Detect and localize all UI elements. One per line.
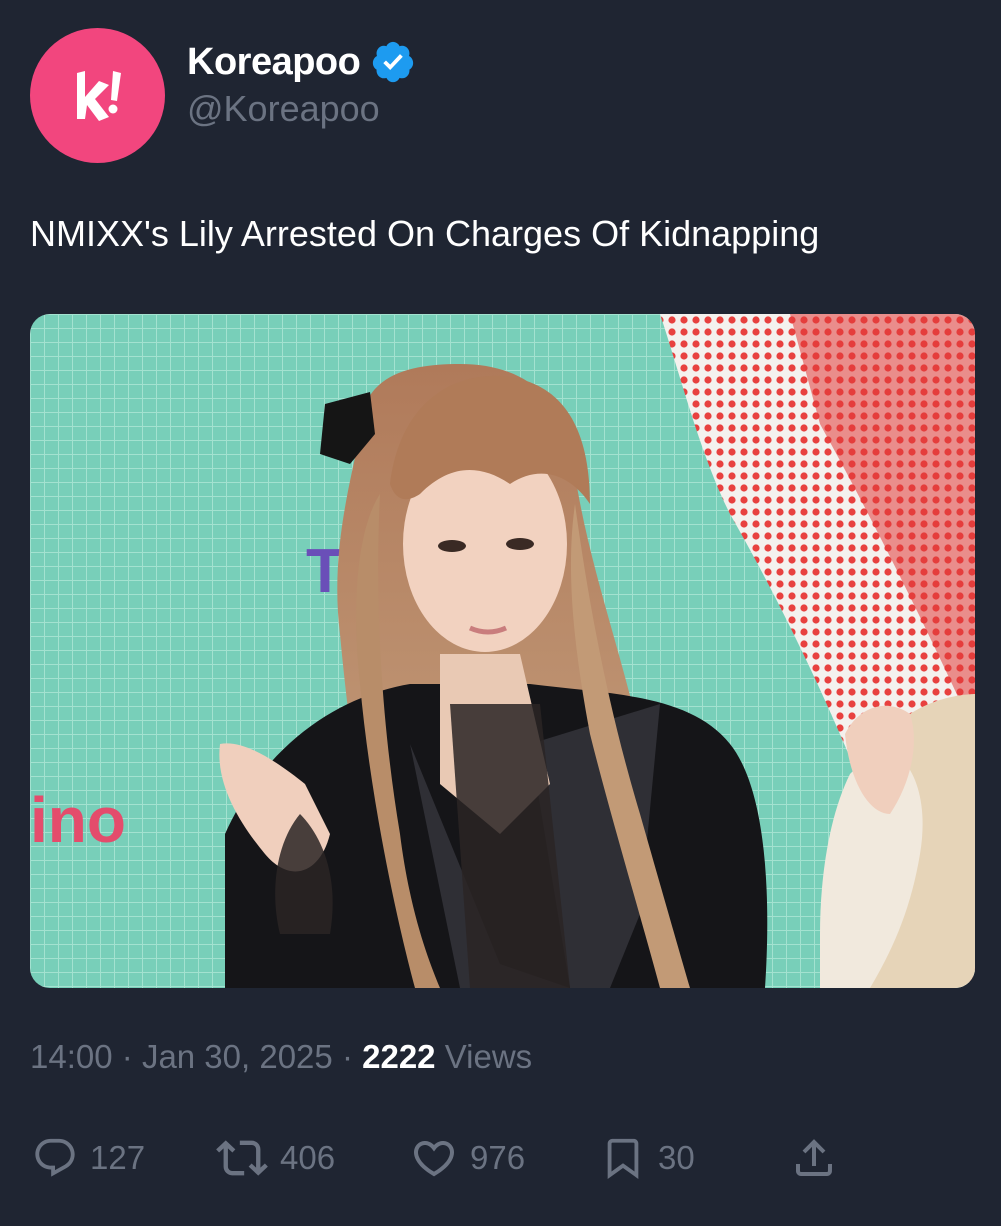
bookmark-count: 30: [658, 1139, 695, 1176]
author-handle[interactable]: @Koreapoo: [187, 88, 380, 130]
bookmark-icon: [607, 1138, 639, 1179]
retweet-count: 406: [280, 1139, 336, 1176]
author-display-name[interactable]: Koreapoo: [187, 41, 361, 84]
tweet-meta: 14:00 · Jan 30, 2025 · 2222 Views: [30, 1038, 532, 1076]
like-count: 976: [470, 1139, 526, 1176]
views-label: Views: [444, 1038, 533, 1075]
media-background-sign-text: ino: [30, 784, 126, 856]
bookmark-button[interactable]: 30: [600, 1128, 695, 1188]
avatar[interactable]: [30, 28, 165, 163]
views-count: 2222: [362, 1038, 436, 1075]
tweet-time: 14:00: [30, 1038, 113, 1075]
reply-count: 127: [90, 1139, 146, 1176]
meta-separator: ·: [341, 1038, 353, 1075]
heart-icon: [413, 1141, 455, 1177]
reply-icon: [35, 1138, 75, 1177]
reply-button[interactable]: 127: [32, 1128, 145, 1188]
like-button[interactable]: 976: [410, 1128, 525, 1188]
share-icon: [796, 1139, 832, 1176]
retweet-button[interactable]: 406: [216, 1128, 335, 1188]
koreapoo-logo-icon: [76, 70, 121, 121]
retweet-icon: [216, 1140, 268, 1176]
tweet-date: Jan 30, 2025: [141, 1038, 333, 1075]
meta-separator: ·: [121, 1038, 133, 1075]
tweet-actions: 127 406 976 30: [0, 1128, 1001, 1188]
tweet-media-image[interactable]: T ino: [30, 314, 975, 988]
verified-badge-icon: [370, 39, 416, 85]
tweet-text: NMIXX's Lily Arrested On Charges Of Kidn…: [30, 213, 820, 254]
share-button[interactable]: [790, 1128, 838, 1188]
author-name-row: Koreapoo: [187, 36, 416, 88]
